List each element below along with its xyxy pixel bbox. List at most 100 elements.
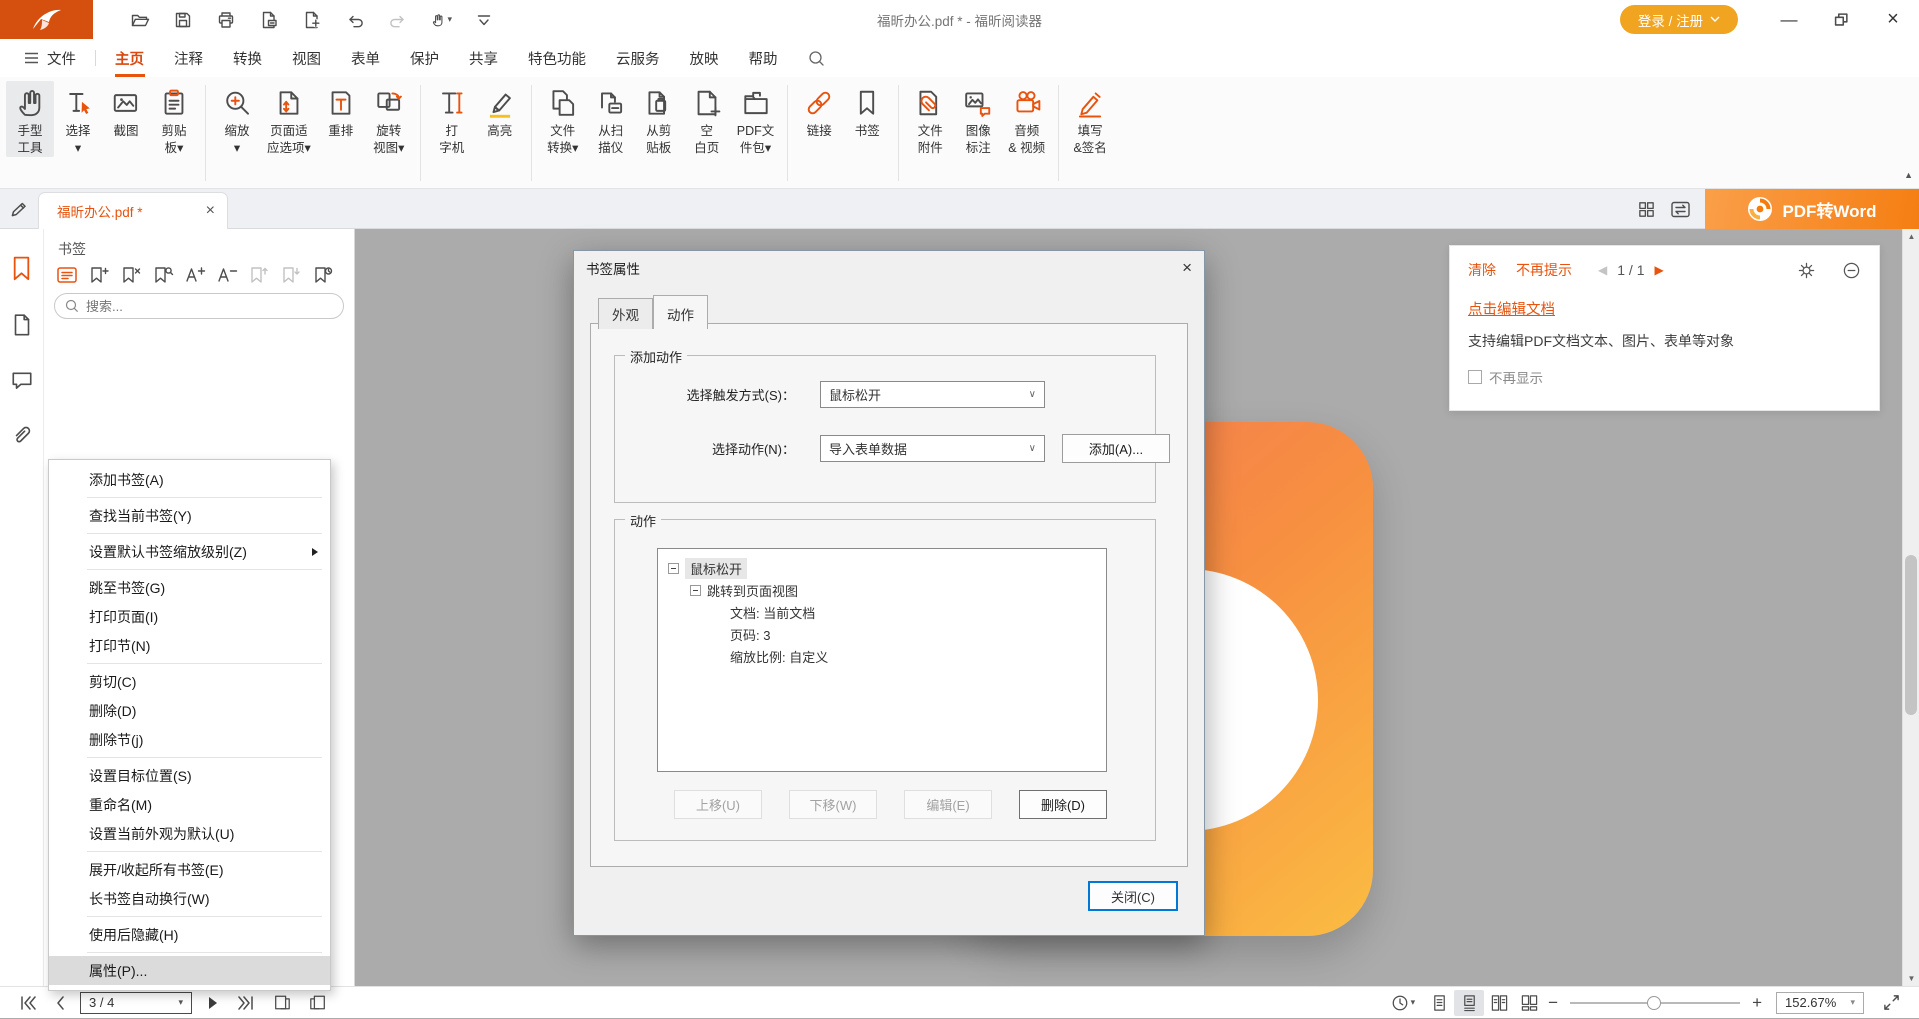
pdf-to-word-button[interactable]: PDF转Word	[1705, 189, 1919, 229]
move-up-button[interactable]: 上移(U)	[674, 790, 762, 819]
restore-button[interactable]	[1815, 0, 1867, 39]
tool-from-scanner[interactable]: 从扫描仪	[587, 81, 635, 157]
zoom-out-icon[interactable]: −	[1544, 993, 1562, 1013]
bookmark-delete-icon[interactable]	[120, 265, 142, 285]
menu-share[interactable]: 共享	[454, 39, 513, 77]
menu-file[interactable]: 文件	[0, 39, 91, 77]
bookmark-menu-icon[interactable]	[56, 265, 78, 285]
tool-fit-page[interactable]: 页面适应选项▾	[261, 81, 317, 157]
tab-close-icon[interactable]: ×	[206, 202, 215, 220]
save-icon[interactable]	[172, 9, 194, 31]
menu-item-delete-section[interactable]: 删除节(j)	[49, 725, 330, 754]
menu-features[interactable]: 特色功能	[513, 39, 601, 77]
menu-cloud[interactable]: 云服务	[601, 39, 675, 77]
actions-tree[interactable]: 鼠标松开 跳转到页面视图 文档: 当前文档 页码: 3 缩放比例: 自定义	[657, 548, 1107, 772]
minimize-button[interactable]: —	[1763, 0, 1815, 39]
menu-help[interactable]: 帮助	[734, 39, 793, 77]
menu-view[interactable]: 视图	[277, 39, 336, 77]
tree-collapse-icon[interactable]	[668, 563, 679, 574]
menu-item-properties[interactable]: 属性(P)...	[49, 956, 330, 985]
tab-appearance[interactable]: 外观	[598, 298, 653, 329]
menu-item-goto-bookmark[interactable]: 跳至书签(G)	[49, 573, 330, 602]
switch-tabs-icon[interactable]	[1663, 200, 1697, 219]
bookmark-locate-icon[interactable]	[152, 265, 174, 285]
menu-present[interactable]: 放映	[675, 39, 734, 77]
previous-view-icon[interactable]	[264, 987, 300, 1019]
undo-icon[interactable]	[344, 9, 366, 31]
menu-item-delete[interactable]: 删除(D)	[49, 696, 330, 725]
view-mode-icon[interactable]: ▾	[1382, 987, 1425, 1019]
menu-item-print-pages[interactable]: 打印页面(I)	[49, 602, 330, 631]
tab-actions[interactable]: 动作	[653, 295, 708, 329]
scrollbar-up-icon[interactable]: ▲	[1903, 232, 1919, 241]
menu-item-hide-after-use[interactable]: 使用后隐藏(H)	[49, 920, 330, 949]
settings-gear-icon[interactable]	[1797, 261, 1816, 280]
export-page-icon[interactable]	[258, 9, 280, 31]
tree-node-action[interactable]: 跳转到页面视图	[707, 581, 798, 600]
menu-item-set-default-zoom[interactable]: 设置默认书签缩放级别(Z)	[49, 537, 330, 566]
bookmark-add-icon[interactable]	[88, 265, 110, 285]
zoom-percentage-box[interactable]: 152.67% ▾	[1776, 992, 1864, 1014]
tree-collapse-icon[interactable]	[690, 585, 701, 596]
scrollbar-down-icon[interactable]: ▼	[1903, 974, 1919, 983]
redo-icon[interactable]	[387, 9, 409, 31]
zoom-in-icon[interactable]: +	[1748, 993, 1766, 1013]
add-page-icon[interactable]	[301, 9, 323, 31]
tool-typewriter[interactable]: 打字机	[428, 81, 476, 157]
print-icon[interactable]	[215, 9, 237, 31]
clear-link[interactable]: 清除	[1468, 260, 1496, 280]
scroll-up-icon[interactable]: ▲	[1904, 170, 1913, 180]
tool-blank-page[interactable]: 空白页	[683, 81, 731, 157]
fullscreen-icon[interactable]	[1874, 987, 1909, 1019]
customize-toolbar-icon[interactable]	[473, 9, 495, 31]
scrollbar-thumb[interactable]	[1905, 555, 1917, 715]
action-select[interactable]: 导入表单数据∨	[820, 435, 1045, 462]
collapse-bookmark-icon[interactable]	[216, 265, 238, 285]
menu-home[interactable]: 主页	[100, 39, 159, 77]
dont-show-again-checkbox[interactable]	[1468, 370, 1482, 384]
comments-panel-icon[interactable]	[10, 369, 34, 393]
bookmark-move-up-icon[interactable]	[248, 265, 270, 285]
click-edit-document-link[interactable]: 点击编辑文档	[1468, 298, 1555, 319]
bookmark-move-down-icon[interactable]	[280, 265, 302, 285]
tool-snapshot[interactable]: 截图	[102, 81, 150, 140]
minimize-tip-icon[interactable]	[1842, 261, 1861, 280]
zoom-slider[interactable]	[1570, 990, 1740, 1016]
pages-panel-icon[interactable]	[10, 313, 34, 339]
bookmarks-panel-icon[interactable]	[9, 255, 34, 283]
edit-pencil-icon[interactable]	[8, 198, 30, 220]
close-dialog-button[interactable]: 关闭(C)	[1088, 881, 1178, 911]
zoom-slider-knob[interactable]	[1647, 996, 1661, 1010]
bookmark-history-icon[interactable]	[312, 265, 334, 285]
dialog-title-bar[interactable]: 书签属性 ×	[574, 251, 1204, 285]
menu-item-add-bookmark[interactable]: 添加书签(A)	[49, 465, 330, 494]
tool-file-attachment[interactable]: 文件附件	[906, 81, 954, 157]
tool-select[interactable]: 选择▾	[54, 81, 102, 157]
vertical-scrollbar[interactable]: ▲ ▼	[1902, 229, 1919, 986]
foxit-logo[interactable]	[0, 0, 93, 39]
tool-image-annotation[interactable]: 图像标注	[954, 81, 1002, 157]
attachments-panel-icon[interactable]	[10, 423, 34, 447]
page-number-box[interactable]: 3 / 4 ▾	[80, 992, 192, 1014]
menu-protect[interactable]: 保护	[395, 39, 454, 77]
menu-form[interactable]: 表单	[336, 39, 395, 77]
menu-item-set-appearance-default[interactable]: 设置当前外观为默认(U)	[49, 819, 330, 848]
continuous-page-icon[interactable]	[1454, 990, 1484, 1016]
tool-bookmark[interactable]: 书签	[843, 81, 891, 140]
tool-pdf-portfolio[interactable]: PDF文件包▾	[731, 81, 781, 157]
dialog-close-icon[interactable]: ×	[1182, 258, 1192, 278]
tool-hand[interactable]: 手型工具	[6, 81, 54, 157]
previous-page-icon[interactable]	[46, 987, 74, 1019]
tool-reflow[interactable]: 重排	[317, 81, 365, 140]
close-button[interactable]: ×	[1867, 0, 1919, 39]
tool-zoom[interactable]: 缩放▾	[213, 81, 261, 157]
menu-item-cut[interactable]: 剪切(C)	[49, 667, 330, 696]
facing-continuous-icon[interactable]	[1514, 990, 1544, 1016]
no-reminder-link[interactable]: 不再提示	[1516, 260, 1572, 280]
menu-item-rename[interactable]: 重命名(M)	[49, 790, 330, 819]
document-tab[interactable]: 福昕办公.pdf * ×	[38, 192, 228, 229]
grid-view-icon[interactable]	[1629, 200, 1663, 219]
move-down-button[interactable]: 下移(W)	[789, 790, 877, 819]
bookmark-search-input[interactable]	[86, 299, 306, 314]
menu-search-icon[interactable]	[793, 39, 840, 77]
